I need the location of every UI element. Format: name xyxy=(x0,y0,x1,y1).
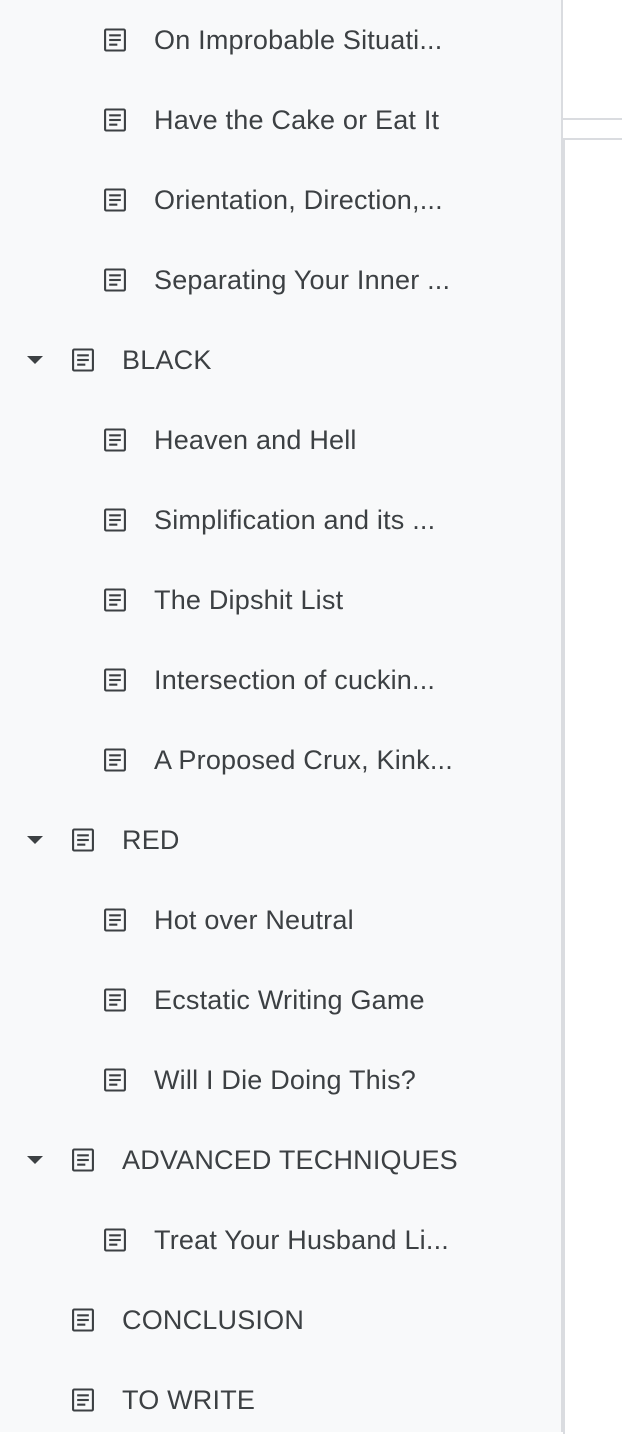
outline-item-label: On Improbable Situati... xyxy=(154,24,443,55)
caret-down-icon[interactable] xyxy=(24,829,46,851)
document-icon xyxy=(68,1145,98,1175)
outline-item-label: BLACK xyxy=(122,344,212,375)
document-icon xyxy=(100,505,130,535)
outline-item[interactable]: ADVANCED TECHNIQUES xyxy=(0,1120,561,1200)
outline-item[interactable]: Simplification and its ... xyxy=(0,480,561,560)
outline-item[interactable]: BLACK xyxy=(0,320,561,400)
document-page-edge-top xyxy=(563,0,622,120)
document-icon xyxy=(100,665,130,695)
document-icon xyxy=(68,825,98,855)
outline-item-label: Hot over Neutral xyxy=(154,904,354,935)
outline-item[interactable]: Separating Your Inner ... xyxy=(0,240,561,320)
document-page-edge xyxy=(563,138,622,1434)
document-outline-sidebar: On Improbable Situati... Have the Cake or… xyxy=(0,0,563,1432)
outline-item[interactable]: A Proposed Crux, Kink... xyxy=(0,720,561,800)
outline-item[interactable]: TO WRITE xyxy=(0,1360,561,1440)
document-icon xyxy=(100,985,130,1015)
outline-item[interactable]: Hot over Neutral xyxy=(0,880,561,960)
outline-item-label: Heaven and Hell xyxy=(154,424,357,455)
outline-item-label: ADVANCED TECHNIQUES xyxy=(122,1144,458,1175)
outline-item-label: The Dipshit List xyxy=(154,584,344,615)
document-icon xyxy=(68,1385,98,1415)
outline-item-label: Will I Die Doing This? xyxy=(154,1064,416,1095)
outline-item[interactable]: CONCLUSION xyxy=(0,1280,561,1360)
outline-item-label: Ecstatic Writing Game xyxy=(154,984,425,1015)
outline-item-label: Intersection of cuckin... xyxy=(154,664,436,695)
outline-item-label: Have the Cake or Eat It xyxy=(154,104,440,135)
document-icon xyxy=(100,105,130,135)
outline-item[interactable]: Orientation, Direction,... xyxy=(0,160,561,240)
document-icon xyxy=(100,585,130,615)
outline-item-label: Treat Your Husband Li... xyxy=(154,1224,449,1255)
outline-item[interactable]: Ecstatic Writing Game xyxy=(0,960,561,1040)
document-icon xyxy=(100,425,130,455)
document-icon xyxy=(100,25,130,55)
outline-item-label: TO WRITE xyxy=(122,1384,256,1415)
caret-down-icon[interactable] xyxy=(24,1149,46,1171)
outline-item-label: Separating Your Inner ... xyxy=(154,264,451,295)
outline-item[interactable]: Heaven and Hell xyxy=(0,400,561,480)
document-icon xyxy=(68,345,98,375)
caret-down-icon[interactable] xyxy=(24,349,46,371)
outline-item[interactable]: Intersection of cuckin... xyxy=(0,640,561,720)
outline-item-label: Orientation, Direction,... xyxy=(154,184,443,215)
outline-item[interactable]: Will I Die Doing This? xyxy=(0,1040,561,1120)
outline-item[interactable]: On Improbable Situati... xyxy=(0,0,561,80)
document-icon xyxy=(100,1225,130,1255)
document-icon xyxy=(100,1065,130,1095)
outline-item-label: RED xyxy=(122,824,180,855)
outline-item-label: Simplification and its ... xyxy=(154,504,436,535)
document-icon xyxy=(100,185,130,215)
document-icon xyxy=(68,1305,98,1335)
outline-item[interactable]: RED xyxy=(0,800,561,880)
document-icon xyxy=(100,745,130,775)
outline-item[interactable]: Have the Cake or Eat It xyxy=(0,80,561,160)
document-icon xyxy=(100,265,130,295)
outline-item-label: A Proposed Crux, Kink... xyxy=(154,744,453,775)
outline-item[interactable]: Treat Your Husband Li... xyxy=(0,1200,561,1280)
outline-item[interactable]: The Dipshit List xyxy=(0,560,561,640)
outline-item-label: CONCLUSION xyxy=(122,1304,305,1335)
document-icon xyxy=(100,905,130,935)
